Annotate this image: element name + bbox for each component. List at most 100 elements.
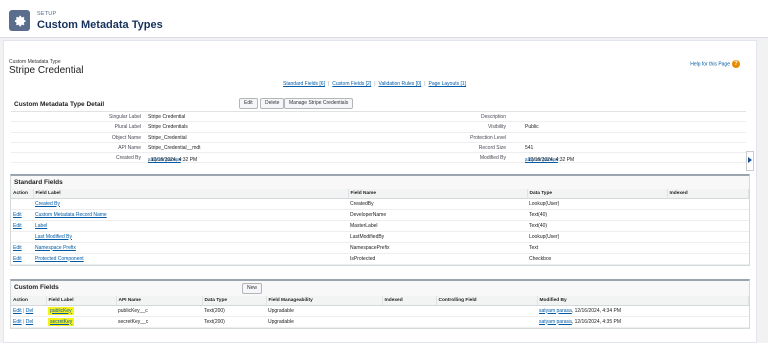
link-custom-fields[interactable]: Custom Fields [2]	[332, 81, 371, 87]
field-name: LastModifiedBy	[348, 231, 527, 243]
link-page-layouts[interactable]: Page Layouts [1]	[429, 81, 467, 87]
delete-button[interactable]: Delete	[260, 98, 285, 109]
api-name-label: API Name	[118, 144, 141, 151]
gear-icon	[9, 10, 30, 31]
table-row: Last Modified By LastModifiedBy Lookup(U…	[11, 231, 749, 243]
table-row: Created By CreatedBy Lookup(User)	[11, 198, 749, 210]
new-field-button[interactable]: New	[242, 283, 263, 294]
data-type: Lookup(User)	[527, 198, 667, 210]
field-name: DeveloperName	[348, 209, 527, 221]
modified-by-user-link[interactable]: satyam parasa	[539, 308, 572, 314]
section-header: Custom Fields New	[11, 281, 749, 296]
field-name: NamespacePrefix	[348, 242, 527, 254]
detail-row: Singular Label Stripe Credential Descrip…	[11, 112, 746, 123]
detail-row: Created By satyam parasa, 12/16/2024, 4:…	[11, 153, 746, 164]
plural-label-value: Stripe Credentials	[148, 124, 188, 131]
edit-link[interactable]: Edit	[13, 256, 22, 262]
field-label-link[interactable]: Created By	[35, 201, 60, 207]
link-validation-rules[interactable]: Validation Rules [0]	[379, 81, 422, 87]
table-row: Edit Label MasterLabel Text(40)	[11, 220, 749, 232]
edit-link[interactable]: Edit	[13, 212, 22, 218]
api-name: publicKey__c	[116, 305, 202, 317]
standard-fields-table: Action Field Label Field Name Data Type …	[11, 189, 749, 265]
help-link[interactable]: Help for this Page?	[690, 60, 740, 68]
controlling-field-cell	[436, 305, 537, 317]
field-label-link[interactable]: Namespace Prefix	[35, 245, 76, 251]
side-scroll-handle[interactable]	[746, 151, 754, 171]
setup-label: SETUP	[37, 11, 57, 17]
field-label-link[interactable]: publicKey	[48, 306, 74, 315]
detail-grid: Singular Label Stripe Credential Descrip…	[11, 111, 746, 164]
data-type: Text(200)	[202, 305, 266, 317]
data-type: Checkbox	[527, 253, 667, 265]
controlling-field-cell	[436, 316, 537, 328]
table-row: Edit | Del publicKey publicKey__c Text(2…	[11, 305, 749, 317]
table-header-row: Action Field Label Field Name Data Type …	[11, 189, 749, 199]
column-header: Data Type	[527, 189, 668, 199]
description-label: Description	[480, 114, 506, 120]
section-title: Custom Fields	[14, 284, 59, 291]
edit-link[interactable]: Edit	[13, 223, 22, 229]
field-name: MasterLabel	[348, 220, 527, 232]
field-label-link[interactable]: Protected Component	[35, 256, 84, 262]
api-name: secretKey__c	[116, 316, 202, 328]
column-header: Controlling Field	[436, 296, 538, 306]
edit-link[interactable]: Edit	[13, 319, 22, 325]
field-name: IsProtected	[348, 253, 527, 265]
setup-header: SETUP Custom Metadata Types	[0, 0, 768, 38]
field-label-link[interactable]: Custom Metadata Record Name	[35, 212, 107, 218]
main-content: Custom Metadata Type Stripe Credential H…	[3, 40, 757, 343]
table-row: Edit | Del secretKey secretKey__c Text(2…	[11, 316, 749, 328]
column-header: Field Label	[33, 189, 349, 199]
api-name-value: Stripe_Credential__mdt	[148, 144, 201, 151]
section-header: Standard Fields	[11, 176, 749, 189]
field-label-link[interactable]: Last Modified By	[35, 234, 72, 240]
edit-button[interactable]: Edit	[239, 98, 258, 109]
column-header: Action	[11, 189, 34, 199]
custom-fields-table: Action Field Label API Name Data Type Fi…	[11, 296, 749, 328]
data-type: Text	[527, 242, 667, 254]
column-header: Data Type	[202, 296, 267, 306]
data-type: Lookup(User)	[527, 231, 667, 243]
record-size-value: 541	[525, 144, 534, 151]
indexed-cell	[667, 231, 749, 243]
delete-link[interactable]: Del	[26, 319, 34, 325]
visibility-label: Visibility	[488, 124, 506, 131]
data-type: Text(200)	[202, 316, 266, 328]
singular-label-label: Singular Label	[109, 114, 141, 120]
help-link-text[interactable]: Help for this Page	[690, 61, 730, 67]
arrow-right-icon	[748, 157, 752, 163]
column-header: API Name	[116, 296, 203, 306]
manage-records-button[interactable]: Manage Stripe Credentials	[284, 98, 354, 109]
help-icon[interactable]: ?	[732, 60, 740, 68]
field-manageability: Upgradable	[266, 316, 382, 328]
edit-link[interactable]: Edit	[13, 245, 22, 251]
table-row: Edit Protected Component IsProtected Che…	[11, 253, 749, 265]
column-header: Action	[11, 296, 47, 306]
detail-section-title: Custom Metadata Type Detail	[14, 101, 105, 108]
delete-link[interactable]: Del	[26, 308, 34, 314]
indexed-cell	[667, 198, 749, 210]
field-label-link[interactable]: Label	[35, 223, 47, 229]
plural-label-label: Plural Label	[114, 124, 141, 131]
detail-row: Object Name Stripe_Credential Protection…	[11, 133, 746, 143]
column-header: Field Manageability	[266, 296, 383, 306]
data-type: Text(40)	[527, 220, 667, 232]
record-name: Stripe Credential	[9, 65, 84, 76]
link-standard-fields[interactable]: Standard Fields [6]	[283, 81, 325, 87]
modified-date: , 12/16/2024, 4:35 PM	[571, 318, 621, 325]
modified-date: , 12/16/2024, 4:34 PM	[571, 307, 621, 314]
modified-by-date: , 12/16/2024, 4:32 PM	[525, 157, 575, 164]
modified-by-label: Modified By	[479, 155, 506, 162]
edit-link[interactable]: Edit	[13, 308, 22, 314]
data-type: Text(40)	[527, 209, 667, 221]
separator: |	[424, 81, 426, 87]
column-header: Field Name	[348, 189, 528, 199]
modified-by-user-link[interactable]: satyam parasa	[539, 319, 572, 325]
column-header: Indexed	[382, 296, 437, 306]
object-name-value: Stripe_Credential	[148, 134, 187, 141]
indexed-cell	[667, 220, 749, 232]
detail-row: API Name Stripe_Credential__mdt Record S…	[11, 143, 746, 154]
singular-label-value: Stripe Credential	[148, 114, 186, 120]
field-label-link[interactable]: secretKey	[48, 317, 75, 326]
